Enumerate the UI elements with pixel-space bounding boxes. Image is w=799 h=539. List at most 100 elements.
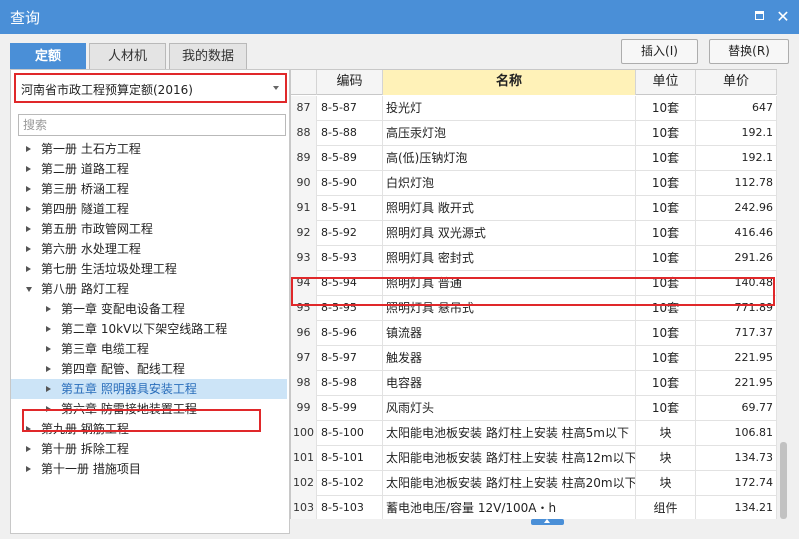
replace-button[interactable]: 替换(R) — [709, 39, 789, 64]
scrollbar-thumb[interactable] — [780, 442, 787, 519]
name-cell: 照明灯具 双光源式 — [383, 221, 636, 246]
expand-arrow-icon[interactable] — [46, 326, 51, 332]
expand-arrow-icon[interactable] — [26, 446, 31, 452]
table-row[interactable]: 94 8-5-94 照明灯具 普通 10套 140.48 — [291, 271, 777, 296]
collapse-panel-button[interactable] — [531, 519, 564, 525]
expand-arrow-icon[interactable] — [26, 246, 31, 252]
tree-node[interactable]: 第五册 市政管网工程 — [11, 219, 287, 239]
tree-node[interactable]: 第十一册 措施项目 — [11, 459, 287, 479]
vertical-scrollbar[interactable] — [777, 69, 790, 519]
table-row[interactable]: 89 8-5-89 高(低)压钠灯泡 10套 192.1 — [291, 146, 777, 171]
quota-library-select[interactable]: 河南省市政工程预算定额(2016) — [14, 73, 287, 103]
price-cell: 134.21 — [696, 496, 777, 519]
tree-node[interactable]: 第一册 土石方工程 — [11, 139, 287, 159]
header-name[interactable]: 名称 — [383, 70, 636, 95]
table-row[interactable]: 101 8-5-101 太阳能电池板安装 路灯柱上安装 柱高12m以下块 134.73 — [291, 446, 777, 471]
unit-cell: 10套 — [636, 271, 696, 296]
header-code[interactable]: 编码 — [317, 70, 383, 95]
header-price[interactable]: 单价 — [696, 70, 777, 95]
table-row[interactable]: 92 8-5-92 照明灯具 双光源式 10套 416.46 — [291, 221, 777, 246]
price-cell: 221.95 — [696, 346, 777, 371]
header-unit[interactable]: 单位 — [636, 70, 696, 95]
expand-arrow-icon[interactable] — [26, 166, 31, 172]
table-row[interactable]: 87 8-5-87 投光灯 10套 647 — [291, 96, 777, 121]
row-number: 102 — [291, 471, 317, 496]
row-number: 96 — [291, 321, 317, 346]
expand-arrow-icon[interactable] — [46, 386, 51, 392]
row-number: 95 — [291, 296, 317, 321]
tree-node[interactable]: 第七册 生活垃圾处理工程 — [11, 259, 287, 279]
table-row[interactable]: 95 8-5-95 照明灯具 悬吊式 10套 771.89 — [291, 296, 777, 321]
table-row[interactable]: 99 8-5-99 风雨灯头 10套 69.77 — [291, 396, 777, 421]
tree-node[interactable]: 第二章 10kV以下架空线路工程 — [11, 319, 287, 339]
name-cell: 触发器 — [383, 346, 636, 371]
expand-arrow-icon[interactable] — [26, 186, 31, 192]
name-cell: 照明灯具 悬吊式 — [383, 296, 636, 321]
expand-arrow-icon[interactable] — [26, 146, 31, 152]
expand-arrow-icon[interactable] — [26, 466, 31, 472]
code-cell: 8-5-89 — [317, 146, 383, 171]
tab-labor-material-machine[interactable]: 人材机 — [89, 43, 166, 69]
tree-node[interactable]: 第三册 桥涵工程 — [11, 179, 287, 199]
dialog-body: 定额 人材机 我的数据 插入(I) 替换(R) 河南省市政工程预算定额(2016… — [0, 34, 799, 539]
tree-node[interactable]: 第三章 电缆工程 — [11, 339, 287, 359]
insert-button[interactable]: 插入(I) — [621, 39, 698, 64]
unit-cell: 10套 — [636, 246, 696, 271]
unit-cell: 组件 — [636, 496, 696, 519]
close-button[interactable]: ✕ — [775, 9, 791, 25]
unit-cell: 10套 — [636, 171, 696, 196]
expand-arrow-icon[interactable] — [26, 206, 31, 212]
maximize-icon — [754, 11, 764, 20]
table-row[interactable]: 98 8-5-98 电容器 10套 221.95 — [291, 371, 777, 396]
table-row-highlighted[interactable]: 93 8-5-93 照明灯具 密封式 10套 291.26 — [291, 246, 777, 271]
price-cell: 771.89 — [696, 296, 777, 321]
table-row[interactable]: 88 8-5-88 高压汞灯泡 10套 192.1 — [291, 121, 777, 146]
expand-arrow-icon[interactable] — [26, 266, 31, 272]
price-cell: 140.48 — [696, 271, 777, 296]
tree-node[interactable]: 第六册 水处理工程 — [11, 239, 287, 259]
tree-node-expanded[interactable]: 第八册 路灯工程 — [11, 279, 287, 299]
table-row[interactable]: 91 8-5-91 照明灯具 敞开式 10套 242.96 — [291, 196, 777, 221]
row-number: 94 — [291, 271, 317, 296]
price-cell: 172.74 — [696, 471, 777, 496]
tree-node-selected[interactable]: 第五章 照明器具安装工程 — [11, 379, 287, 399]
name-cell: 高压汞灯泡 — [383, 121, 636, 146]
price-cell: 717.37 — [696, 321, 777, 346]
unit-cell: 10套 — [636, 146, 696, 171]
expand-arrow-icon[interactable] — [46, 346, 51, 352]
tab-quota[interactable]: 定额 — [10, 43, 86, 69]
collapse-arrow-icon[interactable] — [26, 287, 32, 292]
name-cell: 高(低)压钠灯泡 — [383, 146, 636, 171]
chevron-up-icon — [544, 519, 550, 523]
unit-cell: 10套 — [636, 121, 696, 146]
code-cell: 8-5-87 — [317, 96, 383, 121]
tree-node[interactable]: 第十册 拆除工程 — [11, 439, 287, 459]
table-row[interactable]: 102 8-5-102 太阳能电池板安装 路灯柱上安装 柱高20m以下块 172.74 — [291, 471, 777, 496]
expand-arrow-icon[interactable] — [26, 226, 31, 232]
tree-node[interactable]: 第四册 隧道工程 — [11, 199, 287, 219]
code-cell: 8-5-98 — [317, 371, 383, 396]
table-row[interactable]: 103 8-5-103 蓄电池电压/容量 12V/100A・h 组件 134.21 — [291, 496, 777, 519]
tab-my-data[interactable]: 我的数据 — [169, 43, 247, 69]
quota-table: 编码 名称 单位 单价 87 8-5-87 投光灯 10套 647 88 8-5-88 高压… — [290, 69, 777, 519]
expand-arrow-icon[interactable] — [46, 366, 51, 372]
name-cell: 太阳能电池板安装 路灯柱上安装 柱高12m以下 — [383, 446, 636, 471]
price-cell: 69.77 — [696, 396, 777, 421]
code-cell: 8-5-93 — [317, 246, 383, 271]
code-cell: 8-5-94 — [317, 271, 383, 296]
tree-node[interactable]: 第四章 配管、配线工程 — [11, 359, 287, 379]
tree-node[interactable]: 第一章 变配电设备工程 — [11, 299, 287, 319]
unit-cell: 10套 — [636, 296, 696, 321]
tree-node[interactable]: 第二册 道路工程 — [11, 159, 287, 179]
maximize-button[interactable] — [751, 9, 767, 25]
table-row[interactable]: 90 8-5-90 白炽灯泡 10套 112.78 — [291, 171, 777, 196]
price-cell: 112.78 — [696, 171, 777, 196]
table-row[interactable]: 97 8-5-97 触发器 10套 221.95 — [291, 346, 777, 371]
table-row[interactable]: 100 8-5-100 太阳能电池板安装 路灯柱上安装 柱高5m以下块 106.81 — [291, 421, 777, 446]
price-cell: 416.46 — [696, 221, 777, 246]
expand-arrow-icon[interactable] — [46, 306, 51, 312]
search-input[interactable] — [18, 114, 286, 136]
row-number: 103 — [291, 496, 317, 519]
name-cell: 太阳能电池板安装 路灯柱上安装 柱高20m以下 — [383, 471, 636, 496]
table-row[interactable]: 96 8-5-96 镇流器 10套 717.37 — [291, 321, 777, 346]
